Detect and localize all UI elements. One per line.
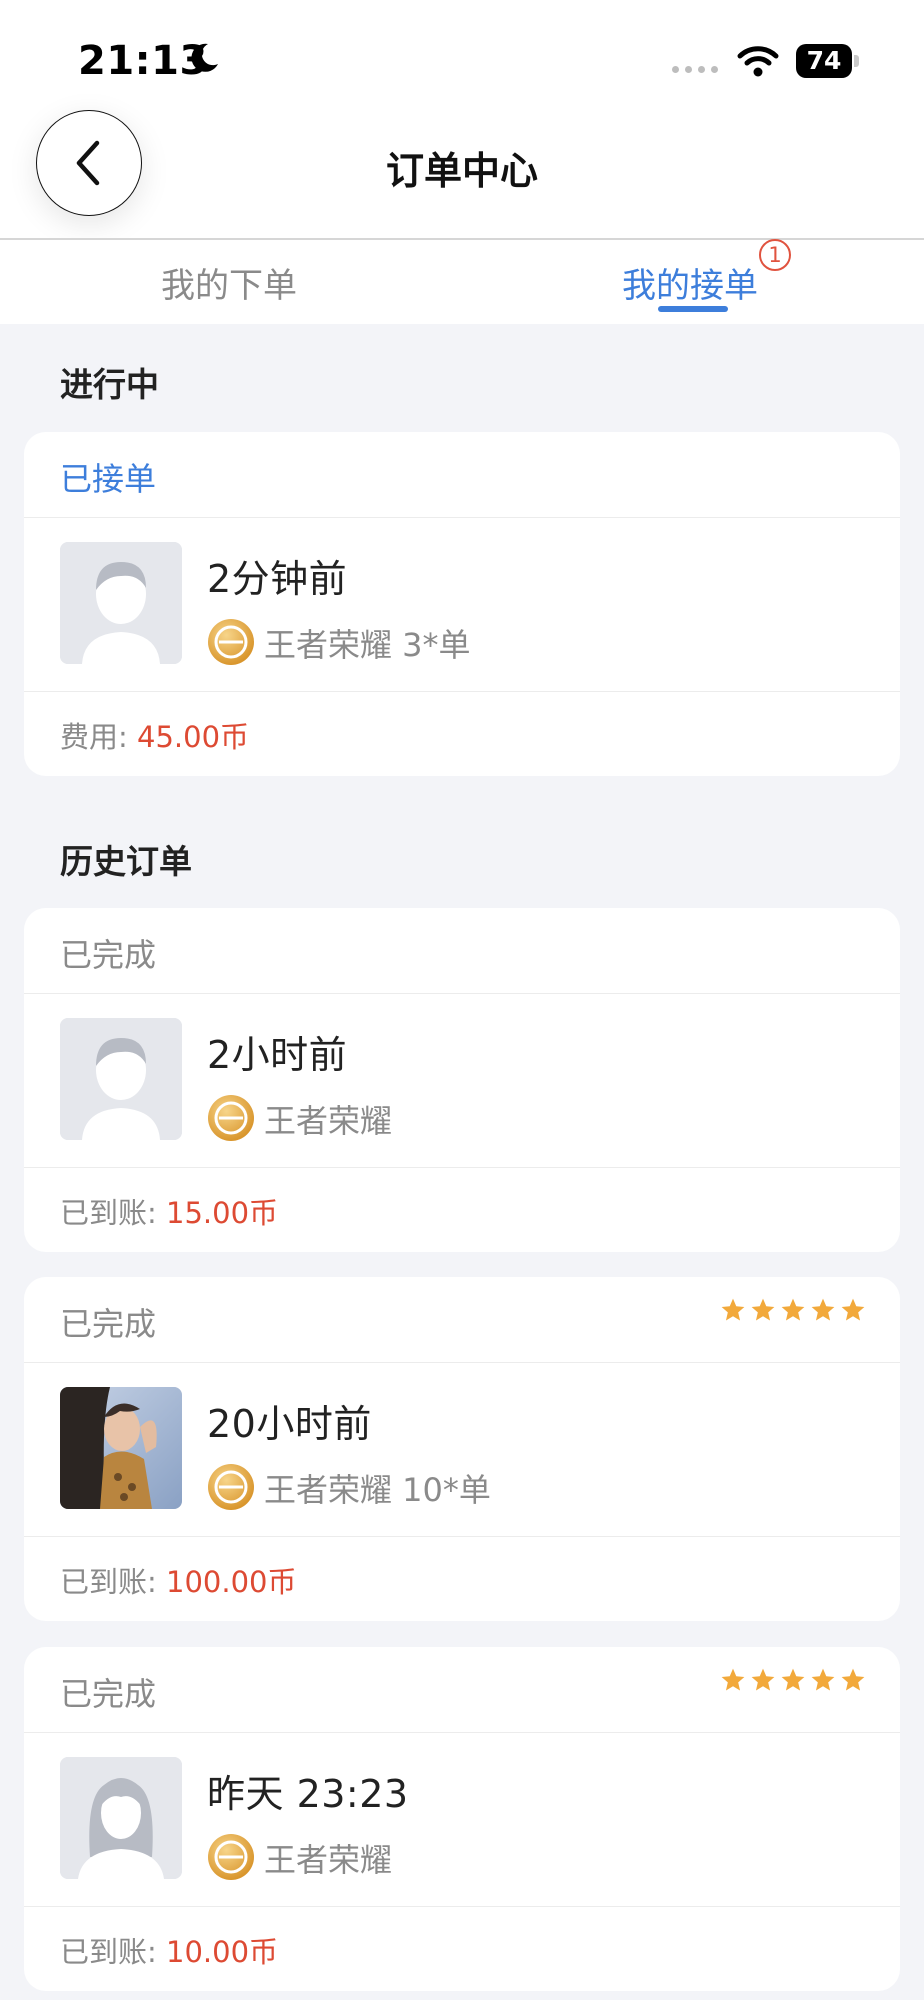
male-avatar-placeholder-icon [60, 542, 182, 664]
tab-indicator [658, 306, 728, 312]
fee-value: 15.00币 [166, 1196, 279, 1230]
tab-my-orders[interactable]: 我的下单 [161, 258, 297, 307]
moon-icon [191, 43, 218, 72]
order-status: 已完成 [60, 936, 157, 974]
fee-value: 45.00币 [137, 720, 250, 754]
section-in-progress: 进行中 [60, 365, 159, 404]
fee-label: 费用: [60, 720, 128, 754]
battery-icon: 74 [796, 44, 859, 78]
fee-label: 已到账: [60, 1565, 157, 1599]
star-icon [721, 1298, 745, 1321]
rating-stars [720, 1297, 866, 1323]
avatar [60, 1387, 182, 1509]
game-name: 王者荣耀 3*单 [264, 626, 471, 664]
order-time: 2分钟前 [207, 557, 348, 601]
rating-stars [720, 1667, 866, 1693]
fee-row: 费用: 45.00币 [60, 714, 249, 756]
game-name: 王者荣耀 [264, 1841, 393, 1879]
star-icon [841, 1668, 865, 1691]
order-time: 2小时前 [207, 1033, 348, 1077]
tab-badge: 1 [759, 239, 791, 271]
star-icon [781, 1668, 805, 1691]
top-area: 21:13 74 订单中心 [0, 0, 924, 240]
order-card[interactable]: 已接单 2分钟前 王者荣耀 3*单 费用: 45.00币 [24, 432, 900, 776]
star-icon [721, 1668, 745, 1691]
cellular-signal-icon [672, 66, 718, 73]
order-status: 已接单 [60, 460, 157, 498]
fee-label: 已到账: [60, 1935, 157, 1969]
male-avatar-placeholder-icon [60, 1018, 182, 1140]
avatar [60, 1018, 182, 1140]
order-card[interactable]: 已完成 昨天 23:23 王者荣耀 已到账: 10.00币 [24, 1647, 900, 1991]
fee-value: 100.00币 [166, 1565, 297, 1599]
female-avatar-placeholder-icon [60, 1757, 182, 1879]
game-name: 王者荣耀 10*单 [264, 1471, 491, 1509]
order-status: 已完成 [60, 1305, 157, 1343]
star-icon [751, 1668, 775, 1691]
avatar [60, 542, 182, 664]
order-card[interactable]: 已完成 2小时前 王者荣耀 已到账: 15.00币 [24, 908, 900, 1252]
fee-row: 已到账: 15.00币 [60, 1190, 278, 1232]
game-badge-icon [208, 619, 254, 665]
order-card[interactable]: 已完成 20小时前 王者荣耀 10*单 已到账: 100.00币 [24, 1277, 900, 1621]
star-icon [811, 1298, 835, 1321]
page-title: 订单中心 [385, 149, 538, 193]
order-time: 20小时前 [207, 1402, 372, 1446]
avatar [60, 1757, 182, 1879]
nav-bar: 订单中心 [0, 110, 924, 240]
fee-label: 已到账: [60, 1196, 157, 1230]
star-icon [751, 1298, 775, 1321]
section-history: 历史订单 [60, 842, 192, 881]
tab-my-accepted[interactable]: 我的接单 [622, 258, 758, 307]
fee-value: 10.00币 [166, 1935, 279, 1969]
game-name: 王者荣耀 [264, 1102, 393, 1140]
wifi-icon [737, 46, 779, 77]
fee-row: 已到账: 100.00币 [60, 1559, 296, 1601]
user-photo-icon [60, 1387, 182, 1509]
star-icon [811, 1668, 835, 1691]
game-badge-icon [208, 1834, 254, 1880]
status-bar: 21:13 74 [0, 0, 924, 110]
star-icon [841, 1298, 865, 1321]
battery-level: 74 [796, 44, 852, 78]
order-status: 已完成 [60, 1675, 157, 1713]
order-time: 昨天 23:23 [207, 1772, 409, 1816]
star-icon [781, 1298, 805, 1321]
game-badge-icon [208, 1095, 254, 1141]
fee-row: 已到账: 10.00币 [60, 1929, 278, 1971]
game-badge-icon [208, 1464, 254, 1510]
